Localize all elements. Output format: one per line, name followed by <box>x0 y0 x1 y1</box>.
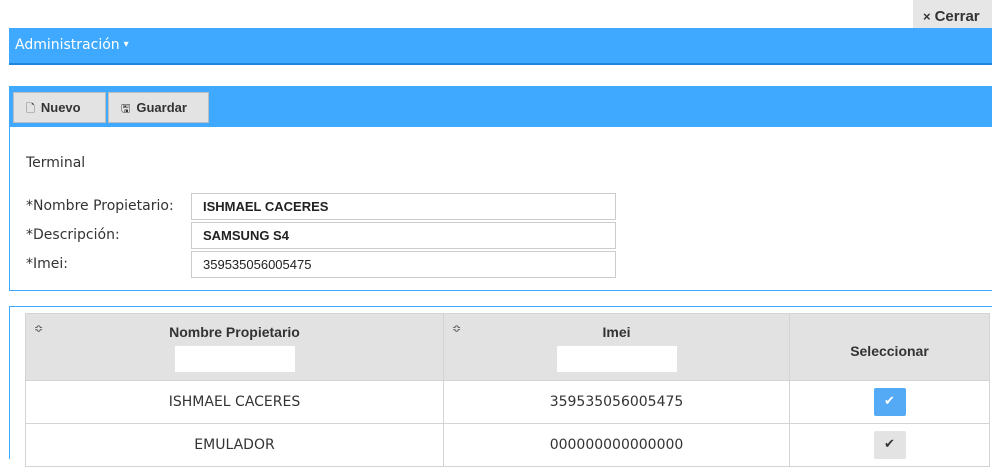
sort-icon[interactable]: ≎ <box>452 322 461 335</box>
new-document-icon: 🗋 <box>26 103 35 115</box>
table-row[interactable]: EMULADOR 000000000000000 ✔ <box>25 423 990 467</box>
nombre-propietario-field[interactable]: ISHMAEL CACERES <box>191 193 616 220</box>
guardar-label: Guardar <box>136 100 187 115</box>
select-check-button[interactable]: ✔ <box>873 431 906 459</box>
column-header-nombre[interactable]: ≎ Nombre Propietario <box>25 313 444 381</box>
select-cell: ✔ <box>789 423 990 467</box>
guardar-button[interactable]: 🖫 Guardar <box>108 92 209 123</box>
column-label: Nombre Propietario <box>169 324 300 340</box>
close-label: Cerrar <box>934 8 980 25</box>
column-header-seleccionar: Seleccionar <box>789 313 990 381</box>
save-icon: 🖫 <box>121 103 131 115</box>
terminal-grid-panel: ≎ Nombre Propietario ≎ Imei Seleccionar … <box>9 306 992 467</box>
table-header-row: ≎ Nombre Propietario ≎ Imei Seleccionar <box>25 313 990 381</box>
administracion-menu[interactable]: Administración ▾ <box>15 37 129 53</box>
nuevo-button[interactable]: 🗋 Nuevo <box>13 92 106 123</box>
imei-label: *Imei: <box>26 256 68 272</box>
table-row[interactable]: ISHMAEL CACERES 359535056005475 ✔ <box>25 380 990 424</box>
toolbar: 🗋 Nuevo 🖫 Guardar <box>10 87 992 127</box>
terminal-form-panel: 🗋 Nuevo 🖫 Guardar Terminal *Nombre Propiet… <box>9 86 992 291</box>
menu-label: Administración <box>15 37 120 53</box>
imei-filter-input[interactable] <box>556 346 677 372</box>
descripcion-label: *Descripción: <box>26 227 120 243</box>
terminal-table: ≎ Nombre Propietario ≎ Imei Seleccionar … <box>25 313 990 467</box>
sort-icon[interactable]: ≎ <box>34 322 43 335</box>
column-header-imei[interactable]: ≎ Imei <box>443 313 790 381</box>
column-label: Seleccionar <box>850 343 929 359</box>
nombre-cell: ISHMAEL CACERES <box>25 380 444 424</box>
section-title: Terminal <box>26 155 86 171</box>
select-cell: ✔ <box>789 380 990 424</box>
nombre-propietario-label: *Nombre Propietario: <box>26 198 174 214</box>
nuevo-label: Nuevo <box>40 100 81 115</box>
imei-field[interactable]: 359535056005475 <box>191 251 616 278</box>
close-icon: × <box>923 9 931 24</box>
menu-bar: Administración ▾ <box>9 28 992 65</box>
column-label: Imei <box>602 324 631 340</box>
descripcion-field[interactable]: SAMSUNG S4 <box>191 222 616 249</box>
nombre-cell: EMULADOR <box>25 423 444 467</box>
imei-cell: 359535056005475 <box>443 380 790 424</box>
select-check-button[interactable]: ✔ <box>873 388 906 416</box>
nombre-filter-input[interactable] <box>174 346 295 372</box>
close-button[interactable]: × Cerrar <box>913 0 992 28</box>
caret-down-icon: ▾ <box>123 39 129 50</box>
imei-cell: 000000000000000 <box>443 423 790 467</box>
